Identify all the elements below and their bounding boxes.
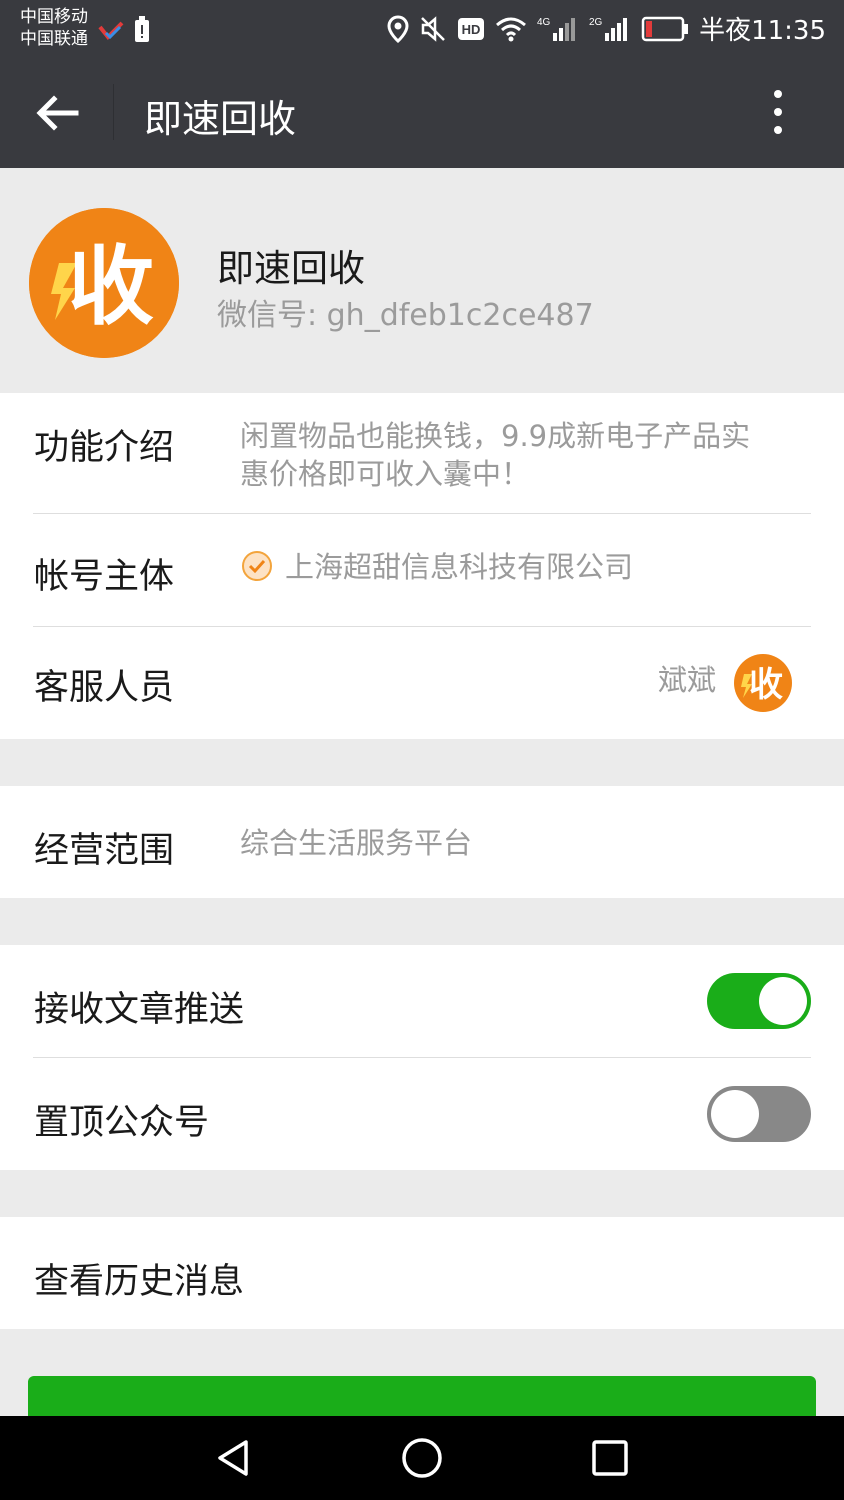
- nav-home-button[interactable]: [398, 1434, 446, 1482]
- nav-back-button[interactable]: [210, 1434, 258, 1482]
- title-divider: [113, 84, 114, 140]
- more-vertical-icon: [764, 90, 792, 134]
- carrier-1: 中国移动: [20, 7, 88, 27]
- triangle-back-icon: [218, 1440, 248, 1476]
- receive-articles-label: 接收文章推送: [34, 990, 245, 1030]
- hd-icon: HD: [458, 17, 485, 40]
- intro-value-line2: 惠价格即可收入囊中！: [240, 457, 531, 491]
- avatar[interactable]: 收: [29, 208, 179, 358]
- intro-row: 功能介绍 闲置物品也能换钱，9.9成新电子产品实 惠价格即可收入囊中！: [0, 393, 844, 513]
- carrier-names: 中国移动 中国联通: [20, 6, 88, 50]
- page-title: 即速回收: [144, 97, 297, 141]
- service-avatar-icon: 收: [734, 654, 792, 712]
- history-section[interactable]: 查看历史消息: [0, 1217, 844, 1329]
- status-left-icons: [98, 16, 150, 44]
- settings-section: 接收文章推送 置顶公众号: [0, 945, 844, 1170]
- battery-low-icon: [641, 16, 689, 41]
- location-icon: [387, 14, 409, 43]
- status-right: HD 4G 2G 半夜11:35: [387, 10, 826, 47]
- scope-section: 经营范围 综合生活服务平台: [0, 786, 844, 898]
- intro-label: 功能介绍: [34, 428, 175, 468]
- back-button[interactable]: [30, 86, 84, 140]
- wechat-id: 微信号: gh_dfeb1c2ce487: [217, 298, 594, 333]
- clock: 半夜11:35: [699, 16, 826, 46]
- circle-home-icon: [402, 1438, 442, 1478]
- battery-alert-icon: [135, 16, 149, 42]
- account-subject-row[interactable]: 帐号主体 上海超甜信息科技有限公司: [0, 514, 844, 626]
- signal-4g-icon: 4G: [537, 17, 576, 41]
- view-history-label: 查看历史消息: [34, 1262, 245, 1302]
- mute-icon: [421, 15, 445, 42]
- carrier-logo-icon: [98, 21, 124, 40]
- account-subject-label: 帐号主体: [34, 557, 175, 597]
- more-menu-button[interactable]: [764, 86, 792, 140]
- nav-recents-button[interactable]: [586, 1434, 634, 1482]
- receive-articles-row: 接收文章推送: [0, 945, 844, 1057]
- title-bar: 即速回收: [0, 56, 844, 168]
- account-subject-value: 上海超甜信息科技有限公司: [285, 550, 634, 584]
- receive-articles-toggle[interactable]: [707, 973, 811, 1029]
- status-bar: 中国移动 中国联通 HD 4G 2G 半夜11:35: [0, 0, 844, 56]
- svg-text:收: 收: [68, 237, 154, 337]
- toggle-knob: [759, 977, 807, 1025]
- customer-service-row[interactable]: 客服人员 斌斌 收: [0, 627, 844, 739]
- svg-text:2G: 2G: [589, 17, 603, 28]
- pin-account-row: 置顶公众号: [0, 1058, 844, 1170]
- carrier-2: 中国联通: [20, 29, 88, 49]
- intro-value-line1: 闲置物品也能换钱，9.9成新电子产品实: [240, 419, 751, 453]
- svg-text:4G: 4G: [537, 17, 551, 28]
- info-section: 功能介绍 闲置物品也能换钱，9.9成新电子产品实 惠价格即可收入囊中！ 帐号主体…: [0, 393, 844, 739]
- svg-text:收: 收: [749, 665, 783, 705]
- pin-account-toggle[interactable]: [707, 1086, 811, 1142]
- scope-label: 经营范围: [34, 831, 175, 871]
- wifi-icon: [496, 17, 527, 41]
- system-nav-bar: [0, 1416, 844, 1500]
- toggle-knob: [711, 1090, 759, 1138]
- verified-check-icon: [242, 551, 272, 581]
- customer-service-label: 客服人员: [34, 668, 175, 708]
- square-recents-icon: [592, 1440, 628, 1476]
- scope-value: 综合生活服务平台: [240, 826, 473, 860]
- pin-account-label: 置顶公众号: [34, 1103, 210, 1143]
- account-name: 即速回收: [217, 247, 365, 290]
- profile-header: 收 即速回收 微信号: gh_dfeb1c2ce487: [0, 168, 844, 392]
- back-arrow-icon: [36, 95, 79, 131]
- customer-service-name: 斌斌: [657, 663, 716, 697]
- svg-text:HD: HD: [462, 22, 481, 37]
- signal-2g-icon: 2G: [589, 17, 628, 41]
- intro-value: 闲置物品也能换钱，9.9成新电子产品实 惠价格即可收入囊中！: [240, 417, 750, 493]
- shou-logo-icon: 收: [29, 208, 179, 358]
